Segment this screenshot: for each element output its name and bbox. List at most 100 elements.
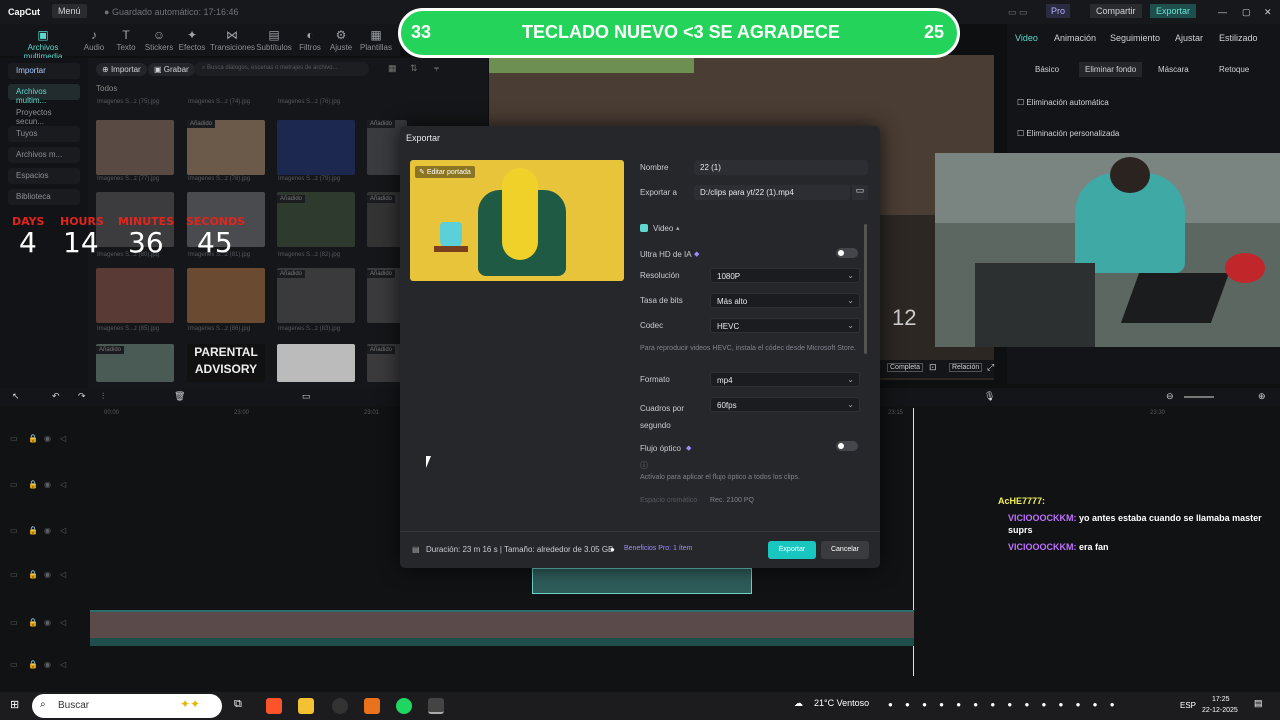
- subtab-retouch[interactable]: Retoque: [1219, 65, 1249, 74]
- menu-button[interactable]: Menú: [52, 4, 87, 18]
- task-view-icon[interactable]: ⧉: [234, 698, 242, 711]
- maximize-icon[interactable]: ▢: [1242, 7, 1251, 18]
- weather-text[interactable]: 21°C Ventoso: [814, 698, 869, 708]
- subtab-mask[interactable]: Máscara: [1158, 65, 1189, 74]
- select-tool-icon[interactable]: ↖: [12, 391, 20, 402]
- clock-time[interactable]: 17:25: [1212, 696, 1230, 703]
- tray-icons[interactable]: ● ● ● ● ● ● ● ● ● ● ● ● ● ●: [888, 700, 1120, 709]
- sort-icon[interactable]: ⇅: [410, 63, 418, 74]
- toolbar-subtitles[interactable]: ▤ Subtítulos: [256, 28, 292, 52]
- windows-start-icon[interactable]: ⊞: [10, 698, 19, 711]
- cancel-button[interactable]: Cancelar: [821, 541, 869, 559]
- toolbar-adjust[interactable]: ⚙ Ajuste: [328, 28, 354, 52]
- zoom-slider[interactable]: [1184, 396, 1214, 398]
- resolution-select[interactable]: 1080P ⌄: [710, 268, 860, 283]
- minimize-icon[interactable]: —: [1218, 7, 1227, 17]
- toolbar-filters[interactable]: ◐ Filtros: [298, 28, 322, 52]
- video-section-label[interactable]: Video: [653, 224, 673, 233]
- filter-icon[interactable]: ⫧: [434, 63, 439, 74]
- codec-select[interactable]: HEVC ⌄: [710, 318, 860, 333]
- file-explorer-icon[interactable]: [298, 698, 314, 714]
- collapse-icon[interactable]: ▴: [676, 224, 680, 232]
- freeze-icon[interactable]: ▭: [302, 391, 311, 402]
- close-icon[interactable]: ✕: [1264, 7, 1272, 18]
- edit-cover-button[interactable]: ✎ Editar portada: [415, 166, 475, 178]
- sidebar-item-projects[interactable]: Proyectos secun...: [8, 105, 80, 126]
- dialog-scrollbar[interactable]: [864, 224, 867, 354]
- sidebar-item-library[interactable]: Biblioteca: [8, 189, 80, 205]
- redo-icon[interactable]: ↷: [78, 391, 86, 402]
- taskbar-search[interactable]: ⌕ Buscar ✦✦: [32, 694, 222, 718]
- zoom-in-icon[interactable]: ⊕: [1258, 391, 1266, 402]
- obs-icon[interactable]: [332, 698, 348, 714]
- format-select[interactable]: mp4 ⌄: [710, 372, 860, 387]
- tab-animation[interactable]: Animación: [1054, 33, 1096, 43]
- sidebar-item-media[interactable]: Archivos multim...: [8, 84, 80, 105]
- toolbar-effects[interactable]: ✦ Efectos: [178, 28, 206, 52]
- crop-icon[interactable]: ⊡: [929, 362, 937, 373]
- media-thumbnail[interactable]: [277, 344, 355, 382]
- split-icon[interactable]: ⫶: [102, 391, 104, 402]
- auto-remove-option[interactable]: ☐ Eliminación automática: [1017, 98, 1109, 107]
- sidebar-item-yours[interactable]: Tuyos: [8, 126, 80, 142]
- bitrate-select[interactable]: Más alto ⌄: [710, 293, 860, 308]
- parental-advisory-thumbnail[interactable]: PARENTAL ADVISORY: [187, 344, 265, 382]
- ratio-button[interactable]: Relación: [949, 363, 983, 372]
- name-input[interactable]: 22 (1): [694, 160, 868, 175]
- media-search-input[interactable]: ⌕ Busca diálogos, escenas o metrajes de …: [194, 62, 369, 76]
- media-thumbnail[interactable]: [96, 268, 174, 323]
- uhd-toggle[interactable]: [836, 248, 858, 258]
- toolbar-templates[interactable]: ▦ Plantillas: [358, 28, 394, 52]
- export-button[interactable]: Exportar: [768, 541, 816, 559]
- spotify-icon[interactable]: [396, 698, 412, 714]
- sidebar-item-import[interactable]: Importar: [8, 63, 80, 79]
- notification-icon[interactable]: ▤: [1254, 698, 1263, 709]
- sidebar-item-spaces[interactable]: Espacios: [8, 168, 80, 184]
- media-thumbnail[interactable]: [96, 120, 174, 175]
- cover-thumbnail[interactable]: ✎ Editar portada: [410, 160, 624, 281]
- view-grid-icon[interactable]: ▦: [388, 63, 397, 74]
- timeline-clip[interactable]: [532, 568, 752, 594]
- toolbar-transitions[interactable]: ⋈ Transiciones: [210, 28, 255, 52]
- capcut-icon[interactable]: [428, 698, 444, 714]
- fullscreen-icon[interactable]: ⤢: [987, 362, 994, 373]
- custom-remove-option[interactable]: ☐ Eliminación personalizada: [1017, 129, 1119, 138]
- toolbar-media[interactable]: ▣ Archivos multimedia: [8, 28, 78, 61]
- media-thumbnail[interactable]: [277, 120, 355, 175]
- subtab-remove-bg[interactable]: Eliminar fondo: [1079, 62, 1143, 77]
- toolbar-text[interactable]: T Texto: [114, 28, 138, 52]
- media-thumbnail[interactable]: [187, 120, 265, 175]
- pro-benefits-link[interactable]: Beneficios Pro: 1 ítem: [624, 545, 692, 552]
- complete-button[interactable]: Completa: [887, 363, 923, 372]
- language-indicator[interactable]: ESP: [1180, 701, 1196, 710]
- tab-video[interactable]: Video: [1015, 33, 1038, 43]
- app-icon[interactable]: [364, 698, 380, 714]
- layout-icon[interactable]: ▭ ▭: [1008, 7, 1028, 18]
- media-thumbnail[interactable]: [187, 268, 265, 323]
- export-top-button[interactable]: Exportar: [1150, 4, 1197, 18]
- main-video-track[interactable]: [90, 610, 914, 638]
- undo-icon[interactable]: ↶: [52, 391, 60, 402]
- toolbar-audio[interactable]: ♪ Audio: [82, 28, 106, 52]
- delete-icon[interactable]: 🗑: [174, 391, 185, 402]
- mic-icon[interactable]: 🎙: [984, 391, 995, 402]
- record-button[interactable]: ▣ Grabar: [148, 63, 195, 76]
- tab-stylized[interactable]: Estilizado: [1219, 33, 1258, 43]
- brave-icon[interactable]: [266, 698, 282, 714]
- clock-date[interactable]: 22-12-2025: [1202, 707, 1238, 714]
- export-path-input[interactable]: D:/clips para yt/22 (1).mp4: [694, 185, 850, 200]
- fps-select[interactable]: 60fps ⌄: [710, 397, 860, 412]
- import-button[interactable]: ⊕ Importar: [96, 63, 147, 76]
- folder-icon[interactable]: ▭: [852, 185, 868, 200]
- subtab-basic[interactable]: Básico: [1035, 65, 1059, 74]
- video-checkbox[interactable]: [640, 224, 648, 232]
- share-button[interactable]: Compartir: [1090, 4, 1142, 18]
- toolbar-stickers[interactable]: ☺ Stickers: [144, 28, 174, 52]
- pro-button[interactable]: Pro: [1046, 4, 1071, 18]
- sidebar-item-files[interactable]: Archivos m...: [8, 147, 80, 163]
- tab-adjust[interactable]: Ajustar: [1175, 33, 1203, 43]
- optical-flow-toggle[interactable]: [836, 441, 858, 451]
- weather-icon[interactable]: ☁: [794, 698, 803, 709]
- audio-waveform[interactable]: [90, 638, 914, 646]
- all-filter[interactable]: Todos: [96, 84, 117, 93]
